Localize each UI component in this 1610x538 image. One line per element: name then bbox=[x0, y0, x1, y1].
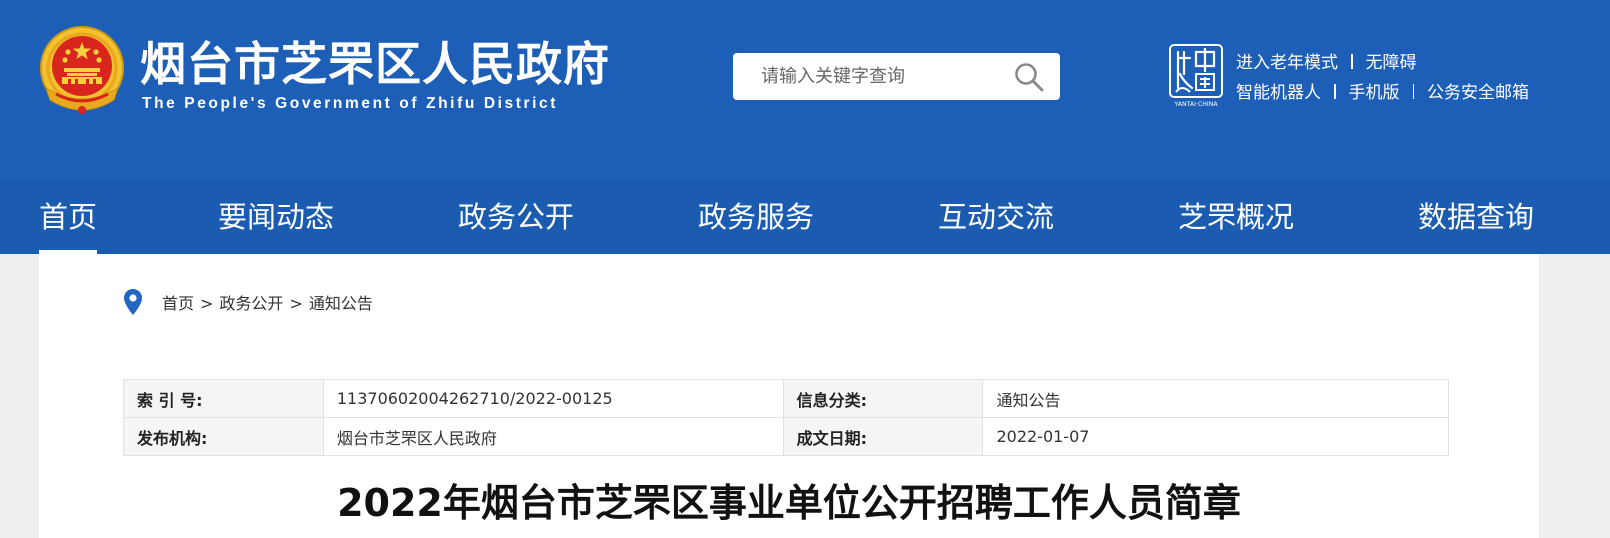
breadcrumb-gov-info[interactable]: 政务公开 bbox=[219, 294, 283, 313]
site-header: 烟台市芝罘区人民政府 The People's Government of Zh… bbox=[0, 0, 1610, 180]
document-meta-table: 索 引 号: 11370602004262710/2022-00125 信息分类… bbox=[123, 379, 1449, 456]
publisher-label: 发布机构: bbox=[123, 417, 324, 456]
breadcrumb-separator: > bbox=[289, 294, 303, 313]
site-subtitle: The People's Government of Zhifu Distric… bbox=[142, 95, 559, 112]
nav-item-gov-services[interactable]: 政务服务 bbox=[698, 180, 814, 254]
elderly-mode-link[interactable]: 进入老年模式 bbox=[1236, 53, 1338, 73]
search-icon[interactable] bbox=[1013, 61, 1045, 93]
breadcrumb-home[interactable]: 首页 bbox=[162, 294, 194, 313]
utility-links: 进入老年模式 无障碍 智能机器人 手机版 公务安全邮箱 bbox=[1236, 48, 1529, 108]
main-nav: 首页 要闻动态 政务公开 政务服务 互动交流 芝罘概况 数据查询 bbox=[0, 180, 1610, 254]
date-value: 2022-01-07 bbox=[982, 417, 1449, 456]
mobile-version-link[interactable]: 手机版 bbox=[1349, 83, 1400, 103]
divider bbox=[1412, 84, 1414, 99]
divider bbox=[1334, 84, 1336, 99]
nav-item-interaction[interactable]: 互动交流 bbox=[938, 180, 1054, 254]
smart-robot-link[interactable]: 智能机器人 bbox=[1236, 83, 1321, 103]
article-title: 2022年烟台市芝罘区事业单位公开招聘工作人员简章 bbox=[337, 481, 1241, 525]
site-title: 烟台市芝罘区人民政府 bbox=[140, 37, 610, 91]
nav-item-gov-info[interactable]: 政务公开 bbox=[458, 180, 574, 254]
search-input[interactable] bbox=[761, 53, 1011, 100]
index-number-value: 11370602004262710/2022-00125 bbox=[322, 379, 784, 418]
main-content: 首页 > 政务公开 > 通知公告 索 引 号: 11370602004262710/20… bbox=[39, 254, 1539, 538]
category-label: 信息分类: bbox=[782, 379, 984, 418]
breadcrumb-separator: > bbox=[200, 294, 214, 313]
national-emblem-icon bbox=[40, 26, 124, 114]
nav-item-data-query[interactable]: 数据查询 bbox=[1418, 180, 1534, 254]
nav-item-overview[interactable]: 芝罘概况 bbox=[1178, 180, 1294, 254]
publisher-value: 烟台市芝罘区人民政府 bbox=[322, 417, 784, 456]
category-value: 通知公告 bbox=[982, 379, 1449, 418]
accessibility-link[interactable]: 无障碍 bbox=[1366, 53, 1417, 73]
index-number-label: 索 引 号: bbox=[123, 379, 324, 418]
table-row: 索 引 号: 11370602004262710/2022-00125 信息分类… bbox=[123, 379, 1449, 418]
search-box bbox=[733, 53, 1060, 100]
location-pin-icon bbox=[124, 289, 142, 315]
svg-text:YANTAI·CHINA: YANTAI·CHINA bbox=[1173, 101, 1218, 108]
breadcrumb-list: 首页 > 政务公开 > 通知公告 bbox=[162, 292, 373, 316]
breadcrumb-notices[interactable]: 通知公告 bbox=[309, 294, 373, 313]
divider bbox=[1351, 54, 1353, 69]
nav-item-news[interactable]: 要闻动态 bbox=[218, 180, 334, 254]
secure-mailbox-link[interactable]: 公务安全邮箱 bbox=[1427, 83, 1529, 103]
nav-item-home[interactable]: 首页 bbox=[39, 180, 98, 254]
table-row: 发布机构: 烟台市芝罘区人民政府 成文日期: 2022-01-07 bbox=[123, 417, 1449, 456]
date-label: 成文日期: bbox=[782, 417, 984, 456]
yantai-city-seal-icon: YANTAI·CHINA bbox=[1169, 44, 1223, 108]
